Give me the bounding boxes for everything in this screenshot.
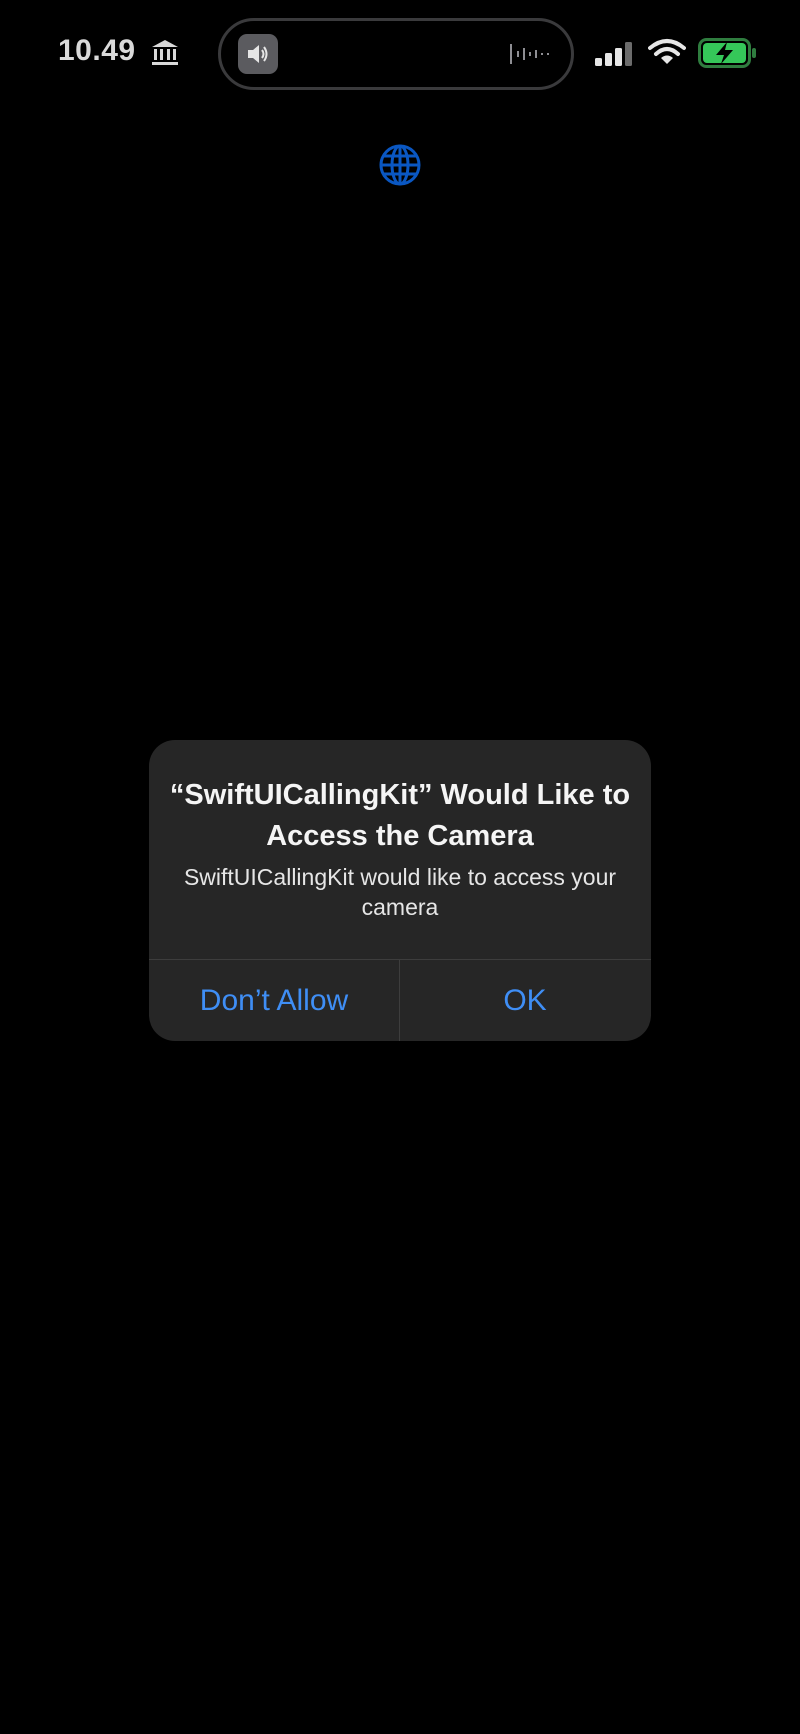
globe-icon — [379, 144, 421, 186]
signal-icon — [595, 42, 632, 66]
bank-icon — [152, 40, 178, 65]
battery-charging-icon — [698, 38, 756, 68]
status-time: 10.49 — [58, 34, 136, 67]
alert-title: “SwiftUICallingKit” Would Like to Access… — [169, 779, 631, 852]
wifi-icon — [648, 39, 686, 64]
dynamic-island[interactable] — [218, 18, 574, 90]
waveform-icon — [510, 44, 549, 64]
camera-permission-alert: “SwiftUICallingKit” Would Like to Access… — [149, 740, 651, 1041]
speaker-button[interactable] — [238, 34, 278, 74]
dont-allow-button[interactable]: Don’t Allow — [149, 960, 399, 1041]
speaker-icon — [248, 45, 268, 63]
ok-button[interactable]: OK — [400, 960, 650, 1041]
alert-message: SwiftUICallingKit would like to access y… — [183, 864, 617, 920]
